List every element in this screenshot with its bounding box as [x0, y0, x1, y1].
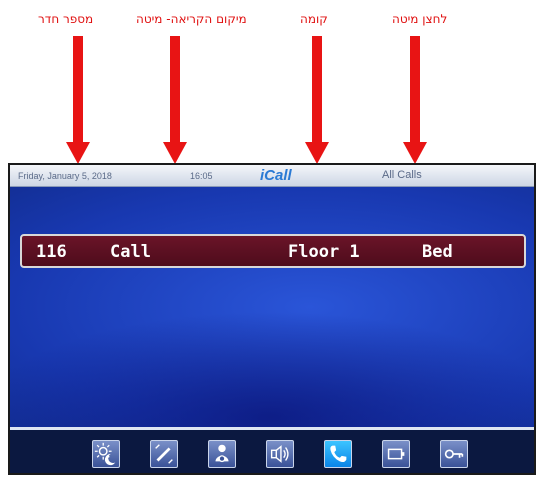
user-settings-icon: [215, 444, 229, 463]
display-icon: [387, 448, 405, 460]
speaker-icon: [270, 445, 289, 463]
room-number: 116: [36, 242, 67, 262]
edit-icon: [155, 444, 173, 464]
annotation-call-location: מיקום הקריאה- מיטה: [136, 12, 247, 26]
annotation-room-number: מספר חדר: [38, 12, 94, 26]
status-bar: Friday, January 5, 2018 16:05 iCall All …: [10, 165, 534, 187]
bed-label: Bed: [422, 242, 453, 262]
arrow-floor: [305, 36, 329, 166]
arrow-room-number: [66, 36, 90, 166]
speaker-button[interactable]: [266, 440, 294, 468]
day-night-icon: [94, 442, 116, 466]
call-row[interactable]: 116 Call Floor 1 Bed: [20, 234, 526, 268]
arrow-call-location: [163, 36, 187, 166]
call-filter[interactable]: All Calls: [382, 169, 422, 181]
toolbar: [10, 430, 534, 473]
key-button[interactable]: [440, 440, 468, 468]
day-night-button[interactable]: [92, 440, 120, 468]
user-settings-button[interactable]: [208, 440, 236, 468]
phone-icon: [330, 445, 347, 463]
call-type: Call: [110, 242, 151, 262]
annotation-bed-button: לחצן מיטה: [392, 12, 448, 26]
device-screen: Friday, January 5, 2018 16:05 iCall All …: [8, 163, 536, 475]
calls-panel: 116 Call Floor 1 Bed: [10, 187, 534, 427]
floor-label: Floor 1: [288, 242, 360, 262]
display-button[interactable]: [382, 440, 410, 468]
arrow-bed-button: [403, 36, 427, 166]
status-time: 16:05: [190, 171, 213, 181]
annotation-floor: קומה: [300, 12, 328, 26]
app-logo: iCall: [260, 167, 292, 184]
edit-button[interactable]: [150, 440, 178, 468]
status-date: Friday, January 5, 2018: [18, 171, 112, 181]
phone-button[interactable]: [324, 440, 352, 468]
key-icon: [444, 449, 464, 459]
